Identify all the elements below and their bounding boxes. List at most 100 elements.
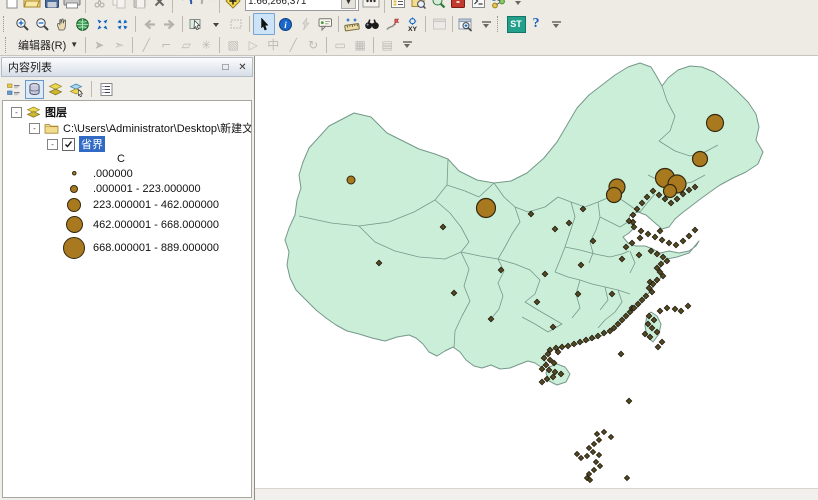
map-scale-combobox[interactable]: 1:66,266,371 ▼ bbox=[245, 0, 359, 11]
legend-item[interactable]: .000000 bbox=[3, 166, 251, 181]
zoom-in-button[interactable] bbox=[12, 14, 32, 34]
undo-button[interactable] bbox=[176, 0, 196, 11]
edit-annotation-button[interactable]: ➣ bbox=[109, 35, 129, 55]
viewer-window-button[interactable] bbox=[429, 14, 449, 34]
legend-item[interactable]: .000001 - 223.000000 bbox=[3, 181, 251, 196]
print-button[interactable] bbox=[62, 0, 82, 11]
toolbar-options-button[interactable] bbox=[361, 0, 381, 11]
cut-polygons-button[interactable]: 中 bbox=[263, 35, 283, 55]
find-button[interactable] bbox=[362, 14, 382, 34]
editor-menu-button[interactable]: 编辑器(R) ▼ bbox=[14, 34, 82, 56]
legend-item[interactable]: 223.000001 - 462.000000 bbox=[3, 196, 251, 214]
arc-segment-button[interactable]: ⌐ bbox=[156, 35, 176, 55]
expander-toggle[interactable]: - bbox=[47, 138, 58, 150]
rotate-tool-button[interactable]: ↻ bbox=[303, 35, 323, 55]
find-route-button[interactable] bbox=[382, 14, 402, 34]
select-dropdown-button[interactable] bbox=[206, 14, 226, 34]
toc-options-button[interactable] bbox=[97, 80, 116, 99]
cut-button[interactable] bbox=[89, 0, 109, 11]
cut-icon bbox=[93, 0, 106, 9]
open-file-button[interactable] bbox=[22, 0, 42, 11]
add-data-button[interactable] bbox=[223, 0, 243, 11]
legend-item[interactable]: 668.000001 - 889.000000 bbox=[3, 235, 251, 261]
layer-name-label[interactable]: 省界 bbox=[79, 136, 105, 152]
sea-dot-symbol bbox=[623, 474, 631, 482]
toc-titlebar[interactable]: 内容列表 □ ✕ bbox=[1, 57, 253, 77]
table-of-contents-button[interactable] bbox=[388, 0, 408, 11]
dataframe-label[interactable]: 图层 bbox=[45, 104, 67, 120]
edit-vertices-button[interactable]: ▧ bbox=[223, 35, 243, 55]
toolbar-overflow-button[interactable] bbox=[546, 14, 566, 34]
new-document-button[interactable] bbox=[2, 0, 22, 11]
redo-button[interactable] bbox=[196, 0, 216, 11]
html-popup-button[interactable] bbox=[315, 14, 335, 34]
model-builder-button[interactable] bbox=[488, 0, 508, 11]
horizontal-scrollbar[interactable] bbox=[255, 488, 818, 500]
list-by-visibility-button[interactable] bbox=[46, 80, 65, 99]
toc-maximize-button[interactable]: □ bbox=[219, 62, 232, 73]
combo-dropdown-arrow-icon[interactable]: ▼ bbox=[341, 0, 356, 9]
go-to-xy-button[interactable]: XY bbox=[402, 14, 422, 34]
toolbar-overflow-button[interactable] bbox=[397, 35, 417, 55]
edit-annotation-icon: ➣ bbox=[114, 37, 125, 52]
group-path-label[interactable]: C:\Users\Administrator\Desktop\新建文件夹 bbox=[63, 120, 251, 136]
save-icon bbox=[44, 0, 60, 9]
arc-segment-icon: ⌐ bbox=[161, 37, 172, 52]
layer-checkbox[interactable] bbox=[62, 137, 75, 151]
zoom-out-button[interactable] bbox=[32, 14, 52, 34]
hyperlink-button[interactable] bbox=[295, 14, 315, 34]
viewer-window-icon bbox=[432, 17, 447, 31]
legend-item[interactable]: 462.000001 - 668.000000 bbox=[3, 214, 251, 235]
toolbar-overflow-button[interactable] bbox=[508, 0, 528, 11]
clear-selection-button[interactable] bbox=[226, 14, 246, 34]
cut-polygons-icon: 中 bbox=[267, 38, 280, 52]
map-viewport[interactable] bbox=[255, 56, 818, 500]
expander-toggle[interactable]: - bbox=[11, 106, 22, 118]
copy-button[interactable] bbox=[109, 0, 129, 11]
toc-close-button[interactable]: ✕ bbox=[236, 62, 249, 73]
split-tool-button[interactable]: ╱ bbox=[283, 35, 303, 55]
search-window-button[interactable] bbox=[428, 0, 448, 11]
toolbar-overflow-button[interactable] bbox=[476, 14, 496, 34]
go-back-extent-button[interactable] bbox=[139, 14, 159, 34]
pan-button[interactable] bbox=[52, 14, 72, 34]
magnifier-window-button[interactable] bbox=[456, 14, 476, 34]
magnifier-window-icon bbox=[458, 17, 474, 32]
measure-button[interactable] bbox=[342, 14, 362, 34]
identify-button[interactable]: i bbox=[275, 14, 295, 34]
paste-button[interactable] bbox=[129, 0, 149, 11]
fixed-zoom-in-button[interactable] bbox=[92, 14, 112, 34]
help-button[interactable]: ? bbox=[526, 14, 546, 34]
trace-tool-button[interactable]: ▱ bbox=[176, 35, 196, 55]
toolbar-separator bbox=[425, 16, 426, 32]
list-by-source-button[interactable] bbox=[25, 79, 44, 99]
python-window-button[interactable] bbox=[468, 0, 488, 11]
midpoint-tool-button[interactable]: ✳ bbox=[196, 35, 216, 55]
polygon-tool-button[interactable]: ▦ bbox=[350, 35, 370, 55]
save-button[interactable] bbox=[42, 0, 62, 11]
straight-segment-button[interactable]: ╱ bbox=[136, 35, 156, 55]
toolbar-separator bbox=[182, 16, 183, 32]
list-by-selection-button[interactable] bbox=[67, 80, 86, 99]
toolbar-separator bbox=[384, 0, 385, 13]
attributes-window-button[interactable]: ▤ bbox=[377, 35, 397, 55]
fixed-zoom-out-button[interactable] bbox=[112, 14, 132, 34]
catalog-button[interactable] bbox=[408, 0, 428, 11]
expander-toggle[interactable]: - bbox=[29, 122, 40, 134]
coastal-dot-symbol bbox=[685, 232, 693, 240]
delete-button[interactable] bbox=[149, 0, 169, 11]
rectangle-tool-button[interactable]: ▭ bbox=[330, 35, 350, 55]
straight-segment-icon: ╱ bbox=[142, 37, 150, 52]
edit-tool-button[interactable]: ➤ bbox=[89, 35, 109, 55]
reshape-feature-button[interactable]: ▷ bbox=[243, 35, 263, 55]
select-elements-button[interactable] bbox=[253, 13, 275, 35]
select-features-button[interactable] bbox=[186, 14, 206, 34]
list-by-drawing-order-button[interactable] bbox=[4, 80, 23, 99]
go-forward-extent-button[interactable] bbox=[159, 14, 179, 34]
arctoolbox-button[interactable] bbox=[448, 0, 468, 11]
graduated-symbol bbox=[705, 113, 725, 133]
full-extent-button[interactable] bbox=[72, 14, 92, 34]
find-icon bbox=[364, 17, 380, 31]
editor-toolbar: 编辑器(R) ▼ ➤ ➣ ╱ ⌐ ▱ ✳ ▧ ▷ 中 ╱ ↻ ▭ ▦ ▤ bbox=[0, 35, 818, 54]
st-tool-button[interactable]: ST bbox=[506, 14, 526, 34]
